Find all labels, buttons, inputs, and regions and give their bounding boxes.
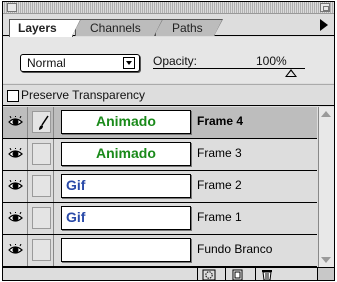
opacity-slider-thumb[interactable] [285,69,297,77]
zoom-box-icon[interactable] [320,3,330,12]
tab-layers-label: Layers [18,21,57,35]
layer-thumbnail: Animado [61,142,191,166]
palette-bottom-toolbar [3,267,334,280]
preserve-transparency-row: Preserve Transparency [3,84,334,106]
thumbnail-text: Animado [96,145,156,161]
paint-toggle[interactable] [29,107,54,138]
eye-icon [8,116,23,126]
visibility-toggle[interactable] [3,203,28,234]
delete-layer-button[interactable] [255,268,277,280]
layer-name[interactable]: Fundo Branco [197,242,272,256]
layer-row[interactable]: Animado Frame 3 [3,139,317,171]
eye-icon [8,180,23,190]
paint-toggle[interactable] [29,203,54,234]
layer-row[interactable]: Gif Frame 1 [3,203,317,235]
opacity-label: Opacity: [153,54,198,68]
thumbnail-text: Gif [66,209,86,225]
thumbnail-text: Gif [66,177,86,193]
visibility-toggle[interactable] [3,171,28,202]
blend-mode-value: Normal [27,56,66,70]
scroll-down-arrow-icon[interactable] [321,257,331,263]
eye-icon [8,148,23,158]
close-box-icon[interactable] [7,3,17,12]
paint-toggle[interactable] [29,171,54,202]
layer-thumbnail: Gif [61,206,191,230]
layer-thumbnail: Gif [61,174,191,198]
layers-list: Animado Frame 4 Animado Frame 3 Gif Fram… [3,107,317,267]
layer-thumbnail: Animado [61,110,191,134]
paint-toggle[interactable] [29,139,54,170]
visibility-toggle[interactable] [3,139,28,170]
new-layer-icon [232,269,243,280]
tab-layers[interactable]: Layers [9,19,81,37]
layer-thumbnail [61,238,191,262]
thumbnail-text: Animado [96,113,156,129]
tab-strip: Paths Channels Layers [3,15,334,37]
blend-mode-select[interactable]: Normal [20,54,140,72]
resize-grip-icon[interactable] [317,268,334,280]
layer-name[interactable]: Frame 4 [197,114,243,128]
palette-menu-arrow-icon[interactable] [320,19,328,31]
palette-frame: Paths Channels Layers Normal Opacity: 10… [2,1,335,281]
tab-paths-label: Paths [172,21,203,35]
chevron-down-icon[interactable] [123,57,135,69]
new-layer-button[interactable] [225,268,247,280]
layer-name[interactable]: Frame 2 [197,178,242,192]
layer-row[interactable]: Gif Frame 2 [3,171,317,203]
trash-icon [262,270,272,280]
blend-options-row: Normal Opacity: 100% [3,37,334,83]
layer-row[interactable]: Fundo Branco [3,235,317,267]
eye-icon [8,244,23,254]
layer-mask-icon [202,269,216,280]
opacity-value[interactable]: 100% [256,54,287,68]
layers-scrollbar[interactable] [318,107,334,267]
scroll-up-arrow-icon[interactable] [321,111,331,117]
opacity-slider-track[interactable] [153,68,305,69]
add-mask-button[interactable] [197,268,219,280]
tab-channels-label: Channels [90,21,141,35]
paint-toggle[interactable] [29,235,54,266]
layer-name[interactable]: Frame 1 [197,210,242,224]
brush-icon [39,115,49,130]
visibility-toggle[interactable] [3,235,28,266]
palette-title-bar[interactable] [3,2,334,14]
layer-row[interactable]: Animado Frame 4 [3,107,317,139]
preserve-transparency-label[interactable]: Preserve Transparency [21,88,145,102]
tab-paths[interactable]: Paths [155,19,223,36]
preserve-transparency-checkbox[interactable] [7,90,19,102]
tab-channels[interactable]: Channels [75,19,163,36]
layer-name[interactable]: Frame 3 [197,146,242,160]
eye-icon [8,212,23,222]
layers-palette: Paths Channels Layers Normal Opacity: 10… [0,0,337,282]
visibility-toggle[interactable] [3,107,28,138]
